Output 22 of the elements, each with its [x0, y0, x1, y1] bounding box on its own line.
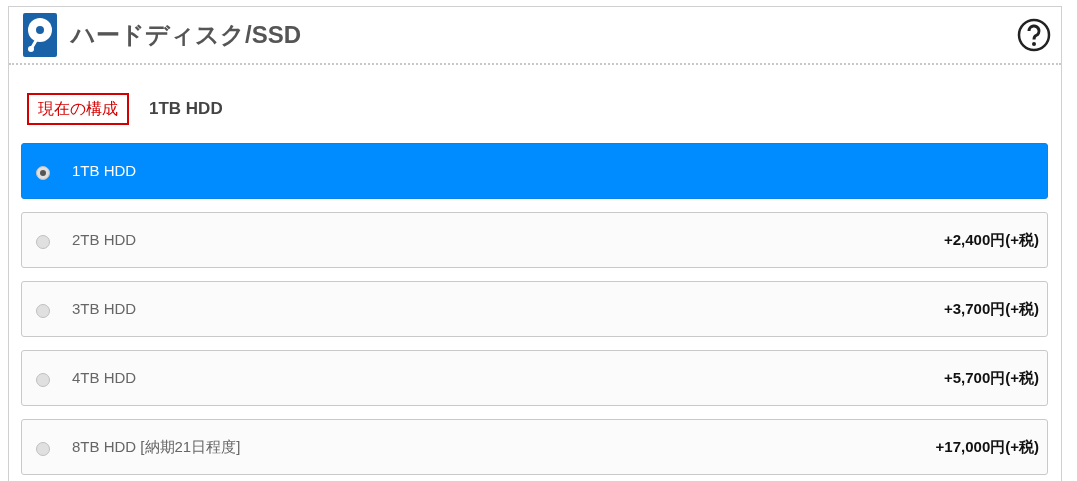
- option-row[interactable]: 8TB HDD [納期21日程度] +17,000円(+税): [21, 419, 1048, 475]
- option-price: +5,700円(+税): [943, 367, 1039, 388]
- radio-button[interactable]: [36, 442, 50, 456]
- option-row[interactable]: 4TB HDD +5,700円(+税): [21, 350, 1048, 406]
- option-label: 1TB HDD: [72, 160, 137, 181]
- current-config-value: 1TB HDD: [149, 98, 223, 121]
- current-config-label: 現在の構成: [27, 93, 129, 125]
- help-icon[interactable]: [1017, 18, 1051, 52]
- radio-button[interactable]: [36, 304, 50, 318]
- radio-button[interactable]: [36, 166, 50, 180]
- option-row[interactable]: 3TB HDD +3,700円(+税): [21, 281, 1048, 337]
- radio-button[interactable]: [36, 235, 50, 249]
- option-label: 3TB HDD: [72, 298, 137, 319]
- option-price: +2,400円(+税): [943, 229, 1039, 250]
- option-price: +17,000円(+税): [935, 436, 1039, 457]
- section-title: ハードディスク/SSD: [71, 20, 301, 50]
- option-label: 8TB HDD [納期21日程度]: [72, 436, 241, 457]
- option-label: 4TB HDD: [72, 367, 137, 388]
- option-price: +3,700円(+税): [943, 298, 1039, 319]
- option-row[interactable]: 2TB HDD +2,400円(+税): [21, 212, 1048, 268]
- radio-button[interactable]: [36, 373, 50, 387]
- option-label: 2TB HDD: [72, 229, 137, 250]
